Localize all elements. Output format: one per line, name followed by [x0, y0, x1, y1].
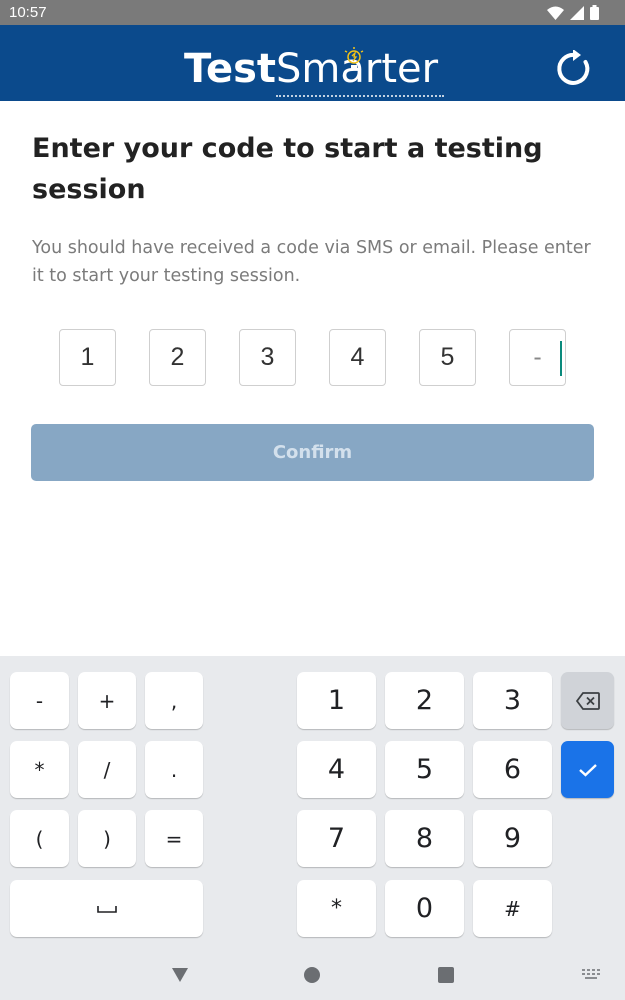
enter-key[interactable]: [561, 741, 614, 798]
key-3[interactable]: 3: [473, 672, 552, 729]
code-inputs: 1 2 3 4 5 -: [59, 329, 569, 386]
confirm-button[interactable]: Confirm: [31, 424, 594, 481]
key-minus[interactable]: -: [10, 672, 69, 729]
code-digit-3[interactable]: 3: [239, 329, 296, 386]
space-bar-icon: [96, 905, 117, 913]
check-icon: [578, 763, 597, 777]
back-button[interactable]: [167, 962, 193, 988]
home-button[interactable]: [299, 962, 325, 988]
cell-signal-icon: [570, 5, 584, 20]
code-digit-6[interactable]: -: [509, 329, 566, 386]
back-triangle-icon: [172, 968, 188, 982]
key-8[interactable]: 8: [385, 810, 464, 867]
key-asterisk[interactable]: *: [10, 741, 69, 798]
key-1[interactable]: 1: [297, 672, 376, 729]
code-digit-2[interactable]: 2: [149, 329, 206, 386]
key-hash[interactable]: #: [473, 880, 552, 937]
status-time: 10:57: [9, 4, 47, 21]
key-space[interactable]: [10, 880, 203, 937]
code-digit-5[interactable]: 5: [419, 329, 476, 386]
battery-icon: [590, 5, 599, 20]
key-star[interactable]: *: [297, 880, 376, 937]
key-equals[interactable]: =: [145, 810, 203, 867]
key-4[interactable]: 4: [297, 741, 376, 798]
code-digit-1[interactable]: 1: [59, 329, 116, 386]
navigation-bar: [0, 950, 625, 1000]
status-bar: 10:57: [0, 0, 625, 25]
key-6[interactable]: 6: [473, 741, 552, 798]
key-slash[interactable]: /: [78, 741, 136, 798]
key-9[interactable]: 9: [473, 810, 552, 867]
key-period[interactable]: .: [145, 741, 203, 798]
code-digit-6-value: -: [533, 343, 542, 371]
key-open-paren[interactable]: (: [10, 810, 69, 867]
app-header: TestSmarter: [0, 25, 625, 101]
code-digit-4[interactable]: 4: [329, 329, 386, 386]
key-comma[interactable]: ,: [145, 672, 203, 729]
text-cursor: [560, 341, 562, 376]
backspace-icon: [575, 691, 600, 710]
keyboard-switch-button[interactable]: [578, 962, 604, 988]
logo-tagline: [276, 95, 444, 99]
home-circle-icon: [304, 967, 320, 983]
recents-button[interactable]: [433, 962, 459, 988]
key-7[interactable]: 7: [297, 810, 376, 867]
key-plus[interactable]: +: [78, 672, 136, 729]
key-5[interactable]: 5: [385, 741, 464, 798]
key-0[interactable]: 0: [385, 880, 464, 937]
wifi-icon: [547, 6, 564, 20]
delete-key[interactable]: [561, 672, 614, 729]
page-subtitle: You should have received a code via SMS …: [32, 238, 591, 286]
numeric-keyboard: - + , * / . ( ) = 1 2 3 4 5 6 7 8 9 * 0 …: [0, 656, 625, 950]
keyboard-switch-icon: [582, 969, 600, 979]
lightbulb-icon: [344, 47, 364, 69]
status-icons: [547, 5, 599, 20]
key-close-paren[interactable]: ): [78, 810, 136, 867]
key-2[interactable]: 2: [385, 672, 464, 729]
testsmarter-logo: TestSmarter: [184, 43, 446, 107]
page-title: Enter your code to start a testing sessi…: [32, 133, 543, 205]
logo-text: TestSmarter: [184, 43, 438, 95]
recents-square-icon: [438, 967, 454, 983]
logo-test: Test: [184, 46, 277, 92]
refresh-icon: [557, 50, 590, 85]
refresh-button[interactable]: [554, 48, 596, 90]
